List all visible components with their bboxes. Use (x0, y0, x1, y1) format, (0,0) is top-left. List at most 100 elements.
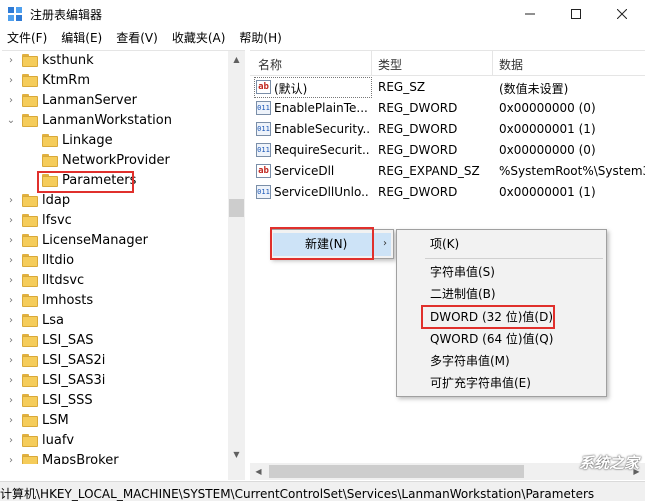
tree-item-lsi-sas3i[interactable]: › LSI_SAS3i (2, 371, 228, 391)
tree-item-ksthunk[interactable]: › ksthunk (2, 51, 228, 71)
collapsed-chevron-icon[interactable]: › (6, 214, 16, 228)
tree-item-label: Linkage (62, 133, 113, 148)
submenu-string-value-label: 字符串值(S) (430, 265, 495, 279)
value-type: REG_DWORD (378, 143, 458, 157)
tree-item-lanmanserver[interactable]: › LanmanServer (2, 91, 228, 111)
tree-item-linkage[interactable]: Linkage (2, 131, 228, 151)
folder-icon (42, 134, 58, 147)
value-row[interactable]: ab (默认) REG_SZ (数值未设置) (250, 77, 645, 98)
folder-icon (22, 354, 38, 367)
title-bar: 注册表编辑器 (0, 0, 645, 28)
value-name: RequireSecurit... (274, 143, 370, 157)
tree-item-lsi-sas2i[interactable]: › LSI_SAS2i (2, 351, 228, 371)
tree-item-lsi-sas[interactable]: › LSI_SAS (2, 331, 228, 351)
tree-item-label: NetworkProvider (62, 153, 170, 168)
folder-icon (22, 434, 38, 447)
registry-tree[interactable]: › ksthunk › KtmRm › LanmanServer ⌄ LanmanWorkst… (2, 50, 245, 464)
column-header-name[interactable]: 名称 (258, 56, 282, 73)
tree-vertical-scrollbar[interactable]: ▲ ▼ (228, 51, 245, 463)
value-data: 0x00000001 (1) (499, 185, 596, 199)
tree-item-ktmrm[interactable]: › KtmRm (2, 71, 228, 91)
scroll-up-arrow-icon[interactable]: ▲ (228, 51, 245, 68)
regedit-app-icon (8, 7, 22, 21)
submenu-qword-value[interactable]: QWORD (64 位)值(Q) (399, 328, 604, 350)
collapsed-chevron-icon[interactable]: › (6, 314, 16, 328)
scroll-left-arrow-icon[interactable]: ◀ (250, 463, 267, 480)
submenu-multi-string-value[interactable]: 多字符串值(M) (399, 350, 604, 372)
tree-item-lltdsvc[interactable]: › lltdsvc (2, 271, 228, 291)
collapsed-chevron-icon[interactable]: › (6, 374, 16, 388)
tree-item-ldap[interactable]: › ldap (2, 191, 228, 211)
binary-value-icon: 011 (256, 185, 271, 199)
status-bar: 计算机\HKEY_LOCAL_MACHINE\SYSTEM\CurrentCon… (0, 481, 645, 501)
folder-icon (22, 414, 38, 427)
menu-file[interactable]: 文件(F) (0, 28, 54, 48)
tree-item-licensemanager[interactable]: › LicenseManager (2, 231, 228, 251)
tree-item-lltdio[interactable]: › lltdio (2, 251, 228, 271)
collapsed-chevron-icon[interactable]: › (6, 274, 16, 288)
tree-item-lmhosts[interactable]: › lmhosts (2, 291, 228, 311)
value-row[interactable]: 011 ServiceDllUnlo... REG_DWORD 0x00000001 … (250, 182, 645, 203)
tree-item-networkprovider[interactable]: NetworkProvider (2, 151, 228, 171)
column-header-data[interactable]: 数据 (499, 56, 523, 73)
highlight-dword-box (421, 305, 555, 329)
collapsed-chevron-icon[interactable]: › (6, 234, 16, 248)
value-row[interactable]: ab ServiceDll REG_EXPAND_SZ %SystemRoot%\Sy… (250, 161, 645, 182)
submenu-string-value[interactable]: 字符串值(S) (399, 261, 604, 283)
value-row[interactable]: 011 EnablePlainTe... REG_DWORD 0x00000000 (… (250, 98, 645, 119)
column-divider[interactable] (371, 51, 372, 76)
collapsed-chevron-icon[interactable]: › (6, 254, 16, 268)
column-header-type[interactable]: 类型 (378, 56, 402, 73)
scroll-thumb[interactable] (229, 199, 244, 217)
collapsed-chevron-icon[interactable]: › (6, 394, 16, 408)
binary-value-icon: 011 (256, 143, 271, 157)
collapsed-chevron-icon[interactable]: › (6, 334, 16, 348)
folder-icon (42, 154, 58, 167)
value-row[interactable]: 011 EnableSecurity... REG_DWORD 0x00000001 … (250, 119, 645, 140)
menu-favorites[interactable]: 收藏夹(A) (165, 28, 233, 48)
folder-icon (22, 334, 38, 347)
tree-item-label: ldap (42, 193, 71, 208)
collapsed-chevron-icon[interactable]: › (6, 454, 16, 464)
tree-item-lsi-sss[interactable]: › LSI_SSS (2, 391, 228, 411)
value-name: EnableSecurity... (274, 122, 370, 136)
tree-item-label: lltdio (42, 253, 75, 268)
tree-item-luafv[interactable]: › luafv (2, 431, 228, 451)
submenu-expandable-string-value[interactable]: 可扩充字符串值(E) (399, 372, 604, 394)
tree-item-lfsvc[interactable]: › lfsvc (2, 211, 228, 231)
scroll-thumb[interactable] (269, 465, 524, 478)
tree-item-lsm[interactable]: › LSM (2, 411, 228, 431)
collapsed-chevron-icon[interactable]: › (6, 74, 16, 88)
tree-item-lsa[interactable]: › Lsa (2, 311, 228, 331)
maximize-button[interactable] (553, 0, 599, 28)
submenu-key[interactable]: 项(K) (399, 233, 604, 255)
folder-icon (22, 74, 38, 87)
collapsed-chevron-icon[interactable]: › (6, 434, 16, 448)
tree-item-label: lmhosts (42, 293, 94, 308)
close-button[interactable] (599, 0, 645, 28)
collapsed-chevron-icon[interactable]: › (6, 94, 16, 108)
collapsed-chevron-icon[interactable]: › (6, 414, 16, 428)
collapsed-chevron-icon[interactable]: › (6, 194, 16, 208)
tree-item-mapsbroker[interactable]: › MapsBroker (2, 451, 228, 464)
tree-item-label: MapsBroker (42, 453, 119, 464)
value-type: REG_DWORD (378, 122, 458, 136)
collapsed-chevron-icon[interactable]: › (6, 354, 16, 368)
expanded-chevron-icon[interactable]: ⌄ (6, 114, 16, 128)
menu-edit[interactable]: 编辑(E) (54, 28, 109, 48)
folder-icon (22, 394, 38, 407)
scroll-down-arrow-icon[interactable]: ▼ (228, 446, 245, 463)
folder-icon (22, 294, 38, 307)
column-divider[interactable] (492, 51, 493, 76)
menu-help[interactable]: 帮助(H) (232, 28, 288, 48)
menu-bar: 文件(F) 编辑(E) 查看(V) 收藏夹(A) 帮助(H) (0, 28, 645, 48)
collapsed-chevron-icon[interactable]: › (6, 294, 16, 308)
collapsed-chevron-icon[interactable]: › (6, 54, 16, 68)
minimize-button[interactable] (507, 0, 553, 28)
value-row[interactable]: 011 RequireSecurit... REG_DWORD 0x00000000 … (250, 140, 645, 161)
menu-view[interactable]: 查看(V) (109, 28, 165, 48)
folder-icon (22, 274, 38, 287)
highlight-parameters-box (37, 171, 134, 193)
submenu-binary-value[interactable]: 二进制值(B) (399, 283, 604, 305)
tree-item-lanmanworkstation[interactable]: ⌄ LanmanWorkstation (2, 111, 228, 131)
